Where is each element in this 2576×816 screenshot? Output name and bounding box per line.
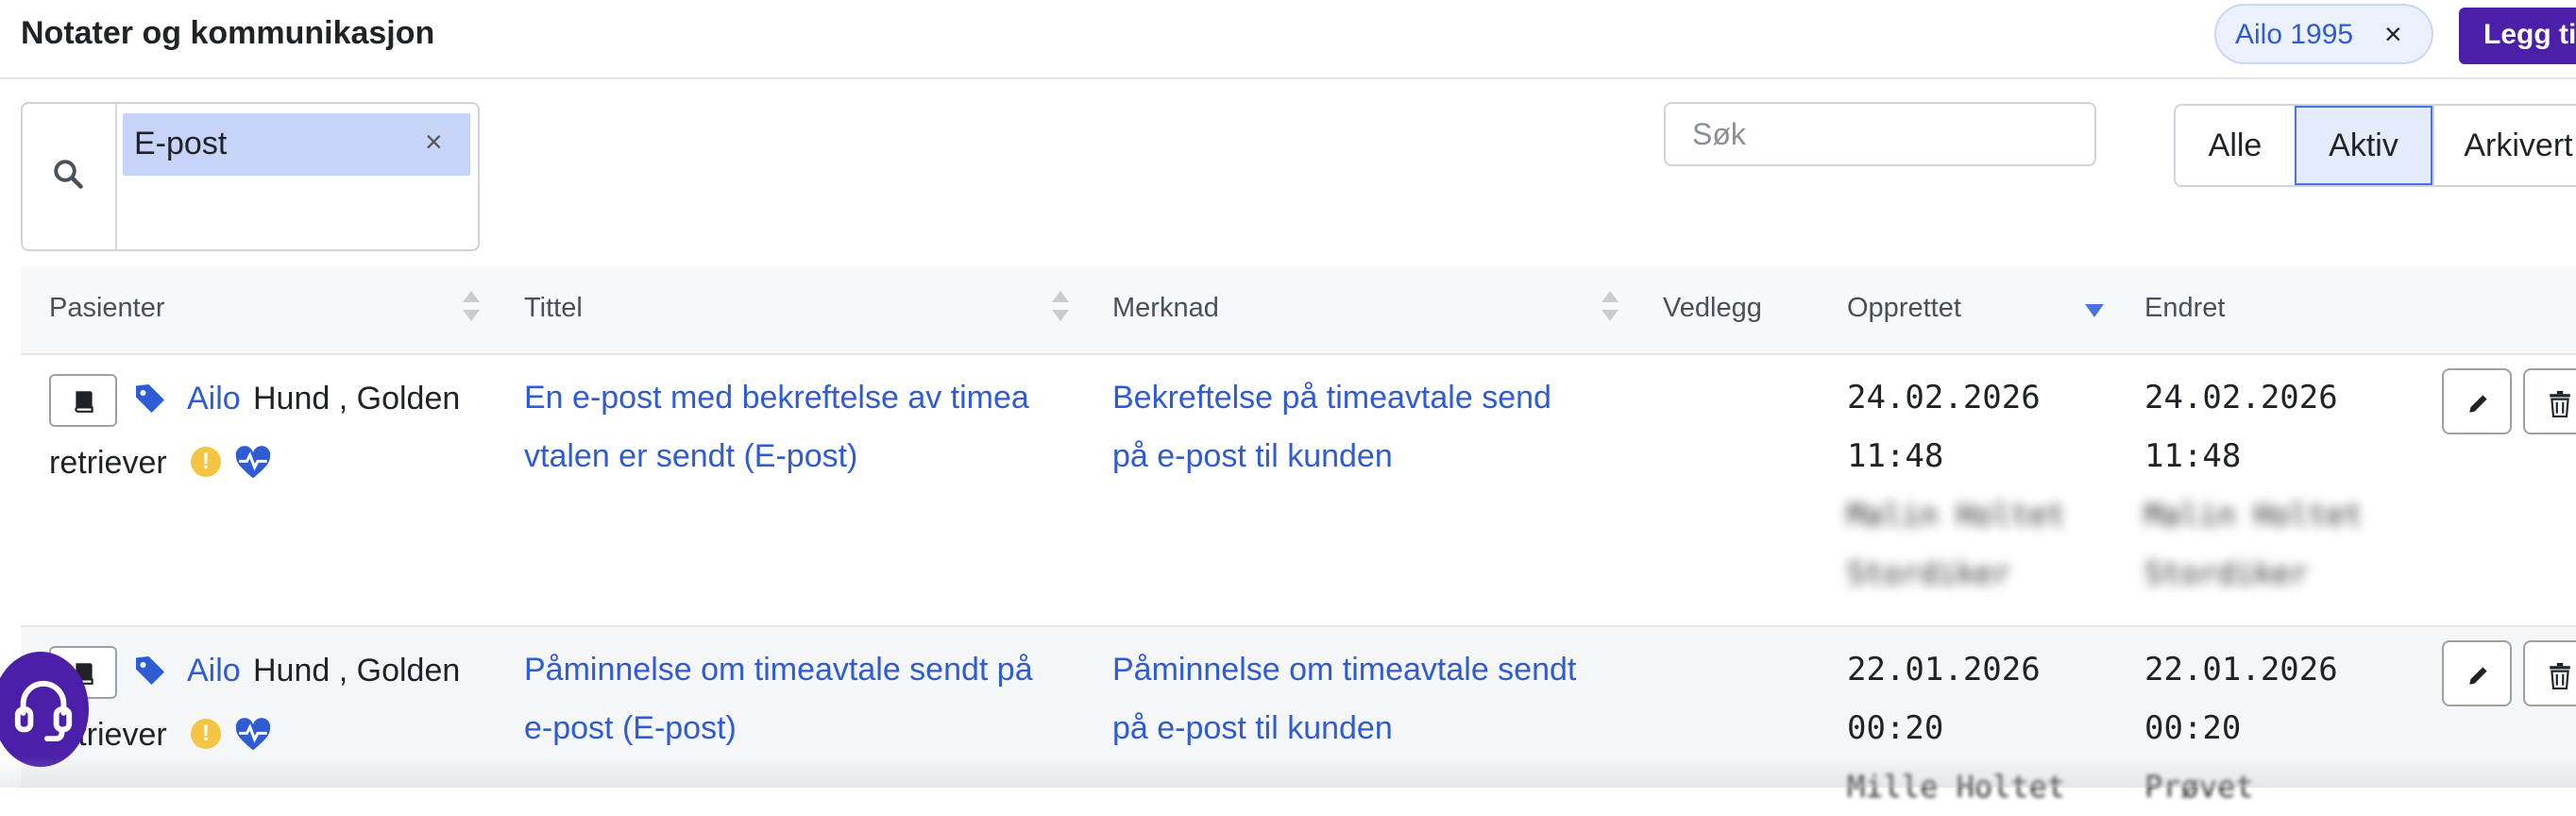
search-icon — [54, 160, 83, 189]
patient-name-link[interactable]: Ailo — [187, 381, 241, 417]
title-link[interactable]: e-post (E-post) — [524, 699, 737, 757]
journal-button[interactable] — [49, 374, 117, 427]
delete-button[interactable] — [2523, 640, 2576, 706]
status-segmented-control: Alle Aktiv Arkivert — [2174, 104, 2576, 187]
delete-button[interactable] — [2523, 368, 2576, 434]
column-header-attachment: Vedlegg — [1663, 293, 1762, 323]
title-link[interactable]: En e-post med bekreftelse av timea — [524, 368, 1029, 427]
sort-toggle-icon[interactable] — [1602, 291, 1618, 327]
column-header-modified[interactable]: Endret — [2144, 293, 2225, 324]
note-link[interactable]: på e-post til kunden — [1112, 427, 1393, 485]
warning-icon: ! — [191, 719, 221, 749]
search-input[interactable] — [1664, 102, 2096, 166]
note-link[interactable]: på e-post til kunden — [1112, 699, 1393, 757]
patient-name-link[interactable]: Ailo — [187, 653, 241, 689]
note-link[interactable]: Påminnelse om timeavtale sendt — [1112, 640, 1576, 699]
trash-icon — [2550, 663, 2570, 689]
tag-icon — [136, 656, 164, 685]
chip-close-icon[interactable]: × — [2384, 17, 2402, 52]
warning-icon: ! — [191, 447, 221, 477]
book-icon — [75, 391, 93, 413]
headset-icon — [14, 680, 73, 742]
created-date: 22.01.2026 — [1847, 651, 2041, 688]
modified-date: 24.02.2026 — [2144, 379, 2338, 416]
tag-icon — [136, 384, 164, 413]
sort-toggle-icon[interactable] — [463, 291, 480, 327]
status-all-button[interactable]: Alle — [2176, 106, 2295, 185]
patient-species: Hund , Golden — [253, 381, 461, 416]
patient-filter-chip[interactable]: Ailo 1995 × — [2214, 4, 2433, 64]
title-link[interactable]: vtalen er sendt (E-post) — [524, 427, 857, 485]
type-filter-box[interactable]: E-post × — [21, 102, 480, 251]
chip-label: Ailo 1995 — [2235, 19, 2354, 50]
modified-by: Malin Holtet — [2144, 497, 2364, 533]
filter-search-button[interactable] — [23, 104, 117, 249]
column-header-note[interactable]: Merknad — [1112, 293, 1219, 324]
modified-by: Prøvet — [2144, 769, 2254, 805]
filter-tag-label: E-post — [134, 126, 228, 162]
column-header-created[interactable]: Opprettet — [1847, 293, 1961, 324]
heart-pulse-icon — [235, 718, 271, 751]
add-note-button[interactable]: Legg ti — [2459, 8, 2576, 64]
page-title: Notater og kommunikasjon — [21, 15, 435, 51]
table-row: Ailo Hund , Golden retriever ! En e-post… — [21, 355, 2576, 627]
modified-time: 11:48 — [2144, 437, 2242, 475]
note-link[interactable]: Bekreftelse på timeavtale send — [1112, 368, 1551, 427]
created-by: Malin Holtet — [1847, 497, 2066, 533]
pencil-icon — [2469, 667, 2487, 685]
created-time: 00:20 — [1847, 709, 1944, 747]
created-date: 24.02.2026 — [1847, 379, 2041, 416]
sort-toggle-icon[interactable] — [1052, 291, 1069, 327]
table-header: Pasienter Tittel Merknad Vedlegg Opprett… — [21, 266, 2576, 355]
top-bar: Notater og kommunikasjon Ailo 1995 × Leg… — [0, 0, 2576, 79]
status-archived-button[interactable]: Arkivert — [2432, 106, 2576, 185]
modified-by-org: Stordiker — [2144, 555, 2309, 591]
pencil-icon — [2469, 395, 2487, 413]
filter-tag-close-icon[interactable]: × — [425, 125, 443, 160]
edit-button[interactable] — [2442, 640, 2512, 706]
created-by: Mille Holtet — [1847, 769, 2066, 805]
table-row: Ailo Hund , Golden retriever ! Påminnels… — [21, 627, 2576, 805]
trash-icon — [2550, 391, 2570, 417]
modified-date: 22.01.2026 — [2144, 651, 2338, 688]
edit-button[interactable] — [2442, 368, 2512, 434]
heart-pulse-icon — [235, 446, 271, 479]
created-by-org: Stordiker — [1847, 555, 2011, 591]
patient-species: Hund , Golden — [253, 653, 461, 688]
title-link[interactable]: Påminnelse om timeavtale sendt på — [524, 640, 1033, 699]
column-header-patients[interactable]: Pasienter — [49, 293, 165, 324]
column-header-title[interactable]: Tittel — [524, 293, 583, 324]
sort-descending-icon[interactable] — [2085, 304, 2104, 317]
modified-time: 00:20 — [2144, 709, 2242, 747]
created-time: 11:48 — [1847, 437, 1944, 475]
patient-breed: retriever — [49, 445, 167, 481]
filter-tag-email: E-post × — [123, 113, 470, 176]
status-active-button[interactable]: Aktiv — [2295, 106, 2432, 185]
